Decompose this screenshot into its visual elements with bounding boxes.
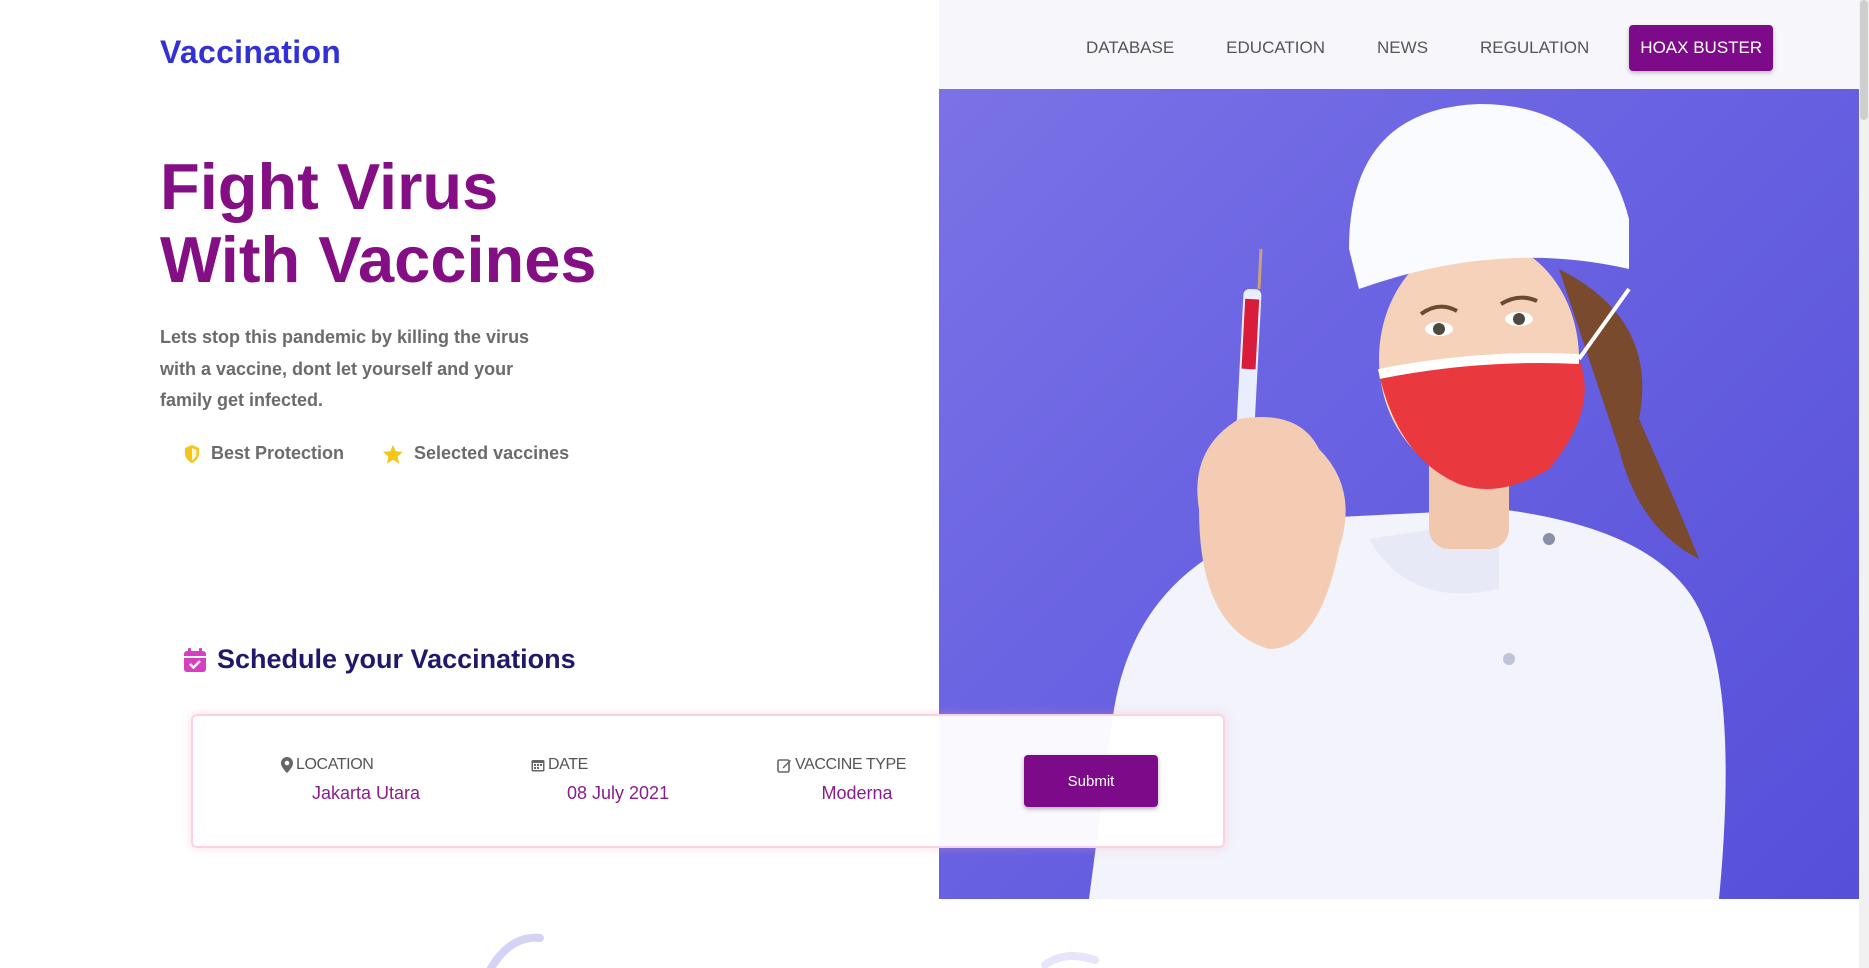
schedule-heading: Schedule your Vaccinations [183, 644, 576, 675]
main-nav: DATABASE EDUCATION NEWS REGULATION HOAX … [1060, 25, 1774, 71]
feature-label: Best Protection [211, 443, 345, 463]
hoax-buster-button[interactable]: HOAX BUSTER [1629, 25, 1774, 71]
vaccine-type-field[interactable]: VACCINE TYPE Moderna [777, 756, 937, 804]
nav-item-regulation[interactable]: REGULATION [1480, 38, 1589, 58]
feature-list: Best Protection Selected vaccines [183, 443, 607, 464]
nav-item-database[interactable]: DATABASE [1086, 38, 1174, 58]
calendar-icon [531, 760, 545, 772]
feature-label: Selected vaccines [414, 443, 570, 463]
submit-button[interactable]: Submit [1024, 755, 1158, 807]
headline-line-2: With Vaccines [160, 223, 597, 296]
vaccine-type-label: VACCINE TYPE [777, 756, 937, 774]
date-label: DATE [531, 756, 681, 774]
date-field[interactable]: DATE 08 July 2021 [531, 756, 681, 804]
location-label: LOCATION [281, 756, 421, 774]
map-pin-icon [281, 757, 293, 773]
edit-icon [777, 758, 791, 773]
date-label-text: DATE [548, 756, 588, 773]
feature-best-protection: Best Protection [183, 443, 344, 464]
scrollbar-thumb[interactable] [1860, 0, 1868, 120]
star-icon [383, 444, 404, 464]
hero-headline: Fight Virus With Vaccines [160, 150, 597, 296]
schedule-form: LOCATION Jakarta Utara DATE 08 July 2021… [191, 714, 1225, 848]
vaccine-type-label-text: VACCINE TYPE [795, 756, 907, 773]
shield-icon [185, 444, 199, 463]
brand-logo[interactable]: Vaccination [160, 34, 341, 71]
date-value[interactable]: 08 July 2021 [531, 783, 681, 804]
decorative-shape [1041, 952, 1099, 968]
calendar-check-icon [184, 647, 206, 672]
headline-line-1: Fight Virus [160, 150, 499, 223]
hero-description: Lets stop this pandemic by killing the v… [160, 327, 530, 410]
decorative-shape [486, 933, 544, 968]
scrollbar[interactable] [1859, 0, 1869, 968]
schedule-title: Schedule your Vaccinations [217, 644, 576, 674]
nav-item-education[interactable]: EDUCATION [1226, 38, 1325, 58]
location-label-text: LOCATION [296, 756, 374, 773]
nav-item-news[interactable]: NEWS [1377, 38, 1428, 58]
location-field[interactable]: LOCATION Jakarta Utara [281, 756, 421, 804]
feature-selected-vaccines: Selected vaccines [382, 443, 569, 464]
location-value[interactable]: Jakarta Utara [281, 783, 421, 804]
vaccine-type-value[interactable]: Moderna [777, 783, 937, 804]
